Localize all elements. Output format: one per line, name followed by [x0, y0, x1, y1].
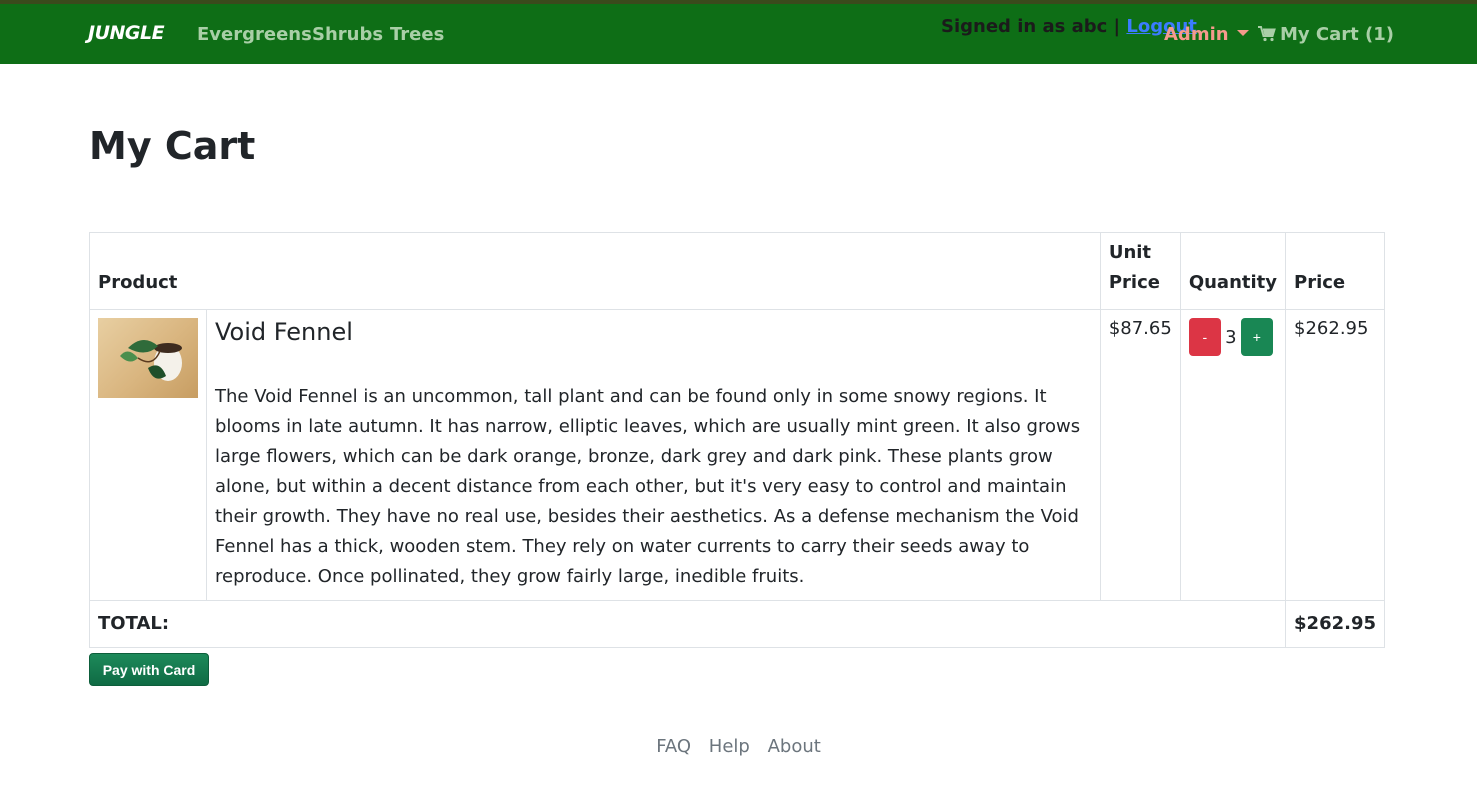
product-image-cell [89, 309, 207, 601]
product-image [98, 318, 198, 398]
header-price: Price [1285, 232, 1385, 310]
total-row: TOTAL: $262.95 [88, 600, 1385, 648]
shopping-cart-icon [1258, 26, 1276, 42]
table-row: Void Fennel The Void Fennel is an uncomm… [89, 309, 1385, 601]
caret-down-icon [1236, 30, 1249, 36]
brand-logo[interactable]: JUNGLE [88, 22, 165, 44]
cart-table: Product Unit Price Quantity Price Void F… [88, 232, 1385, 648]
admin-label: Admin [1164, 24, 1229, 45]
decrease-quantity-button[interactable]: - [1188, 318, 1221, 356]
nav-link-trees[interactable]: Trees [390, 24, 444, 45]
increase-quantity-button[interactable]: + [1240, 318, 1273, 356]
product-description: The Void Fennel is an uncommon, tall pla… [215, 386, 1081, 587]
price-cell: $262.95 [1285, 309, 1385, 601]
header-quantity: Quantity [1179, 232, 1287, 310]
signed-in-text: Signed in as abc | [941, 16, 1121, 37]
footer-link-faq[interactable]: FAQ [656, 736, 691, 757]
quantity-cell: -3 + [1179, 309, 1287, 601]
nav-link-evergreens[interactable]: Evergreens [197, 24, 312, 45]
unit-price-cell: $87.65 [1099, 309, 1181, 601]
navbar: JUNGLE Evergreens Shrubs Trees Signed in… [0, 0, 1477, 64]
signed-in-status: Signed in as abc | Logout [941, 16, 1197, 37]
total-label: TOTAL: [88, 600, 1287, 648]
my-cart-label: My Cart (1) [1280, 24, 1394, 45]
header-unit-price: Unit Price [1099, 232, 1181, 310]
total-value: $262.95 [1285, 600, 1385, 648]
product-name: Void Fennel [215, 318, 353, 346]
product-details-cell: Void Fennel The Void Fennel is an uncomm… [206, 309, 1101, 601]
footer: FAQ Help About [0, 736, 1477, 757]
admin-dropdown[interactable]: Admin [1164, 24, 1249, 45]
nav-link-shrubs[interactable]: Shrubs [312, 24, 383, 45]
footer-link-about[interactable]: About [768, 736, 821, 757]
my-cart-link[interactable]: My Cart (1) [1258, 24, 1394, 45]
header-product: Product [89, 232, 1101, 310]
footer-link-help[interactable]: Help [709, 736, 750, 757]
quantity-value: 3 [1225, 326, 1237, 348]
page-title: My Cart [89, 124, 256, 168]
pay-with-card-button[interactable]: Pay with Card [89, 653, 209, 686]
